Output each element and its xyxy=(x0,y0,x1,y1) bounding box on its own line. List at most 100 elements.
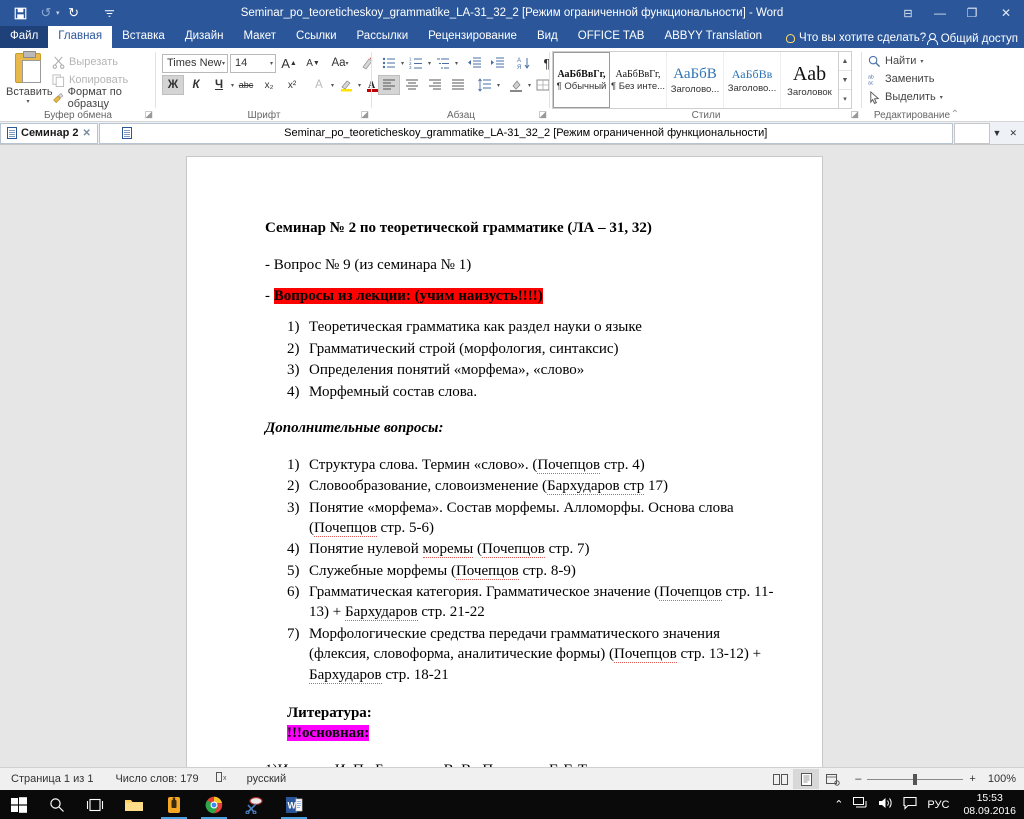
ribbon-tab-design[interactable]: Дизайн xyxy=(175,26,234,48)
ribbon-tab-view[interactable]: Вид xyxy=(527,26,568,48)
multilevel-dropdown-icon[interactable]: ▾ xyxy=(455,60,458,67)
superscript-button[interactable]: x² xyxy=(281,75,303,95)
collapse-ribbon-button[interactable]: ⌃ xyxy=(951,109,959,120)
zoom-track[interactable] xyxy=(867,773,964,785)
sort-button[interactable]: AЯ xyxy=(513,53,535,73)
shrink-font-button[interactable]: A ▼ xyxy=(302,53,324,73)
office-tab-seminar-2[interactable]: Семинар 2 ✕ xyxy=(0,122,98,144)
save-icon[interactable] xyxy=(8,2,32,24)
page-number-status[interactable]: Страница 1 из 1 xyxy=(0,773,104,785)
file-explorer-button[interactable] xyxy=(114,790,154,819)
action-center-icon[interactable] xyxy=(903,796,917,813)
web-layout-button[interactable] xyxy=(819,769,845,789)
office-tab-menu-icon[interactable]: ▼ xyxy=(990,128,1005,138)
document-area[interactable]: Семинар № 2 по теоретической грамматике … xyxy=(0,145,1024,767)
style-item-title[interactable]: Aab Заголовок xyxy=(781,52,838,108)
highlight-dropdown-icon[interactable]: ▾ xyxy=(358,82,361,89)
line-spacing-dropdown-icon[interactable]: ▾ xyxy=(497,82,500,89)
ribbon-tab-layout[interactable]: Макет xyxy=(233,26,286,48)
office-tab-full-title[interactable]: Seminar_po_teoreticheskoy_grammatike_LA-… xyxy=(98,122,953,144)
underline-dropdown-icon[interactable]: ▾ xyxy=(231,82,234,89)
font-name-dropdown-icon[interactable]: ▾ xyxy=(222,60,225,67)
change-case-button[interactable]: Aa ▾ xyxy=(326,53,354,73)
font-size-dropdown-icon[interactable]: ▾ xyxy=(270,60,273,67)
align-center-button[interactable] xyxy=(401,75,423,95)
shading-dropdown-icon[interactable]: ▾ xyxy=(528,82,531,89)
select-button[interactable]: Выделить ▾ xyxy=(868,88,943,106)
decrease-indent-button[interactable] xyxy=(463,53,485,73)
chrome-button[interactable] xyxy=(194,790,234,819)
styles-scroll-down-icon[interactable]: ▼ xyxy=(839,71,851,90)
bullets-dropdown-icon[interactable]: ▾ xyxy=(401,60,404,67)
undo-dropdown-icon[interactable]: ▾ xyxy=(56,9,60,17)
bold-button[interactable]: Ж xyxy=(162,75,184,95)
cut-button[interactable]: Вырезать xyxy=(52,53,156,71)
align-right-button[interactable] xyxy=(424,75,446,95)
style-item-no-spacing[interactable]: АаБбВвГг, ¶ Без инте... xyxy=(610,52,667,108)
ribbon-tab-references[interactable]: Ссылки xyxy=(286,26,347,48)
line-spacing-button[interactable] xyxy=(474,75,496,95)
start-button[interactable] xyxy=(0,790,38,819)
numbering-button[interactable]: 123 xyxy=(405,53,427,73)
ribbon-display-options-icon[interactable]: ⊟ xyxy=(892,0,924,26)
shading-button[interactable] xyxy=(505,75,527,95)
ribbon-tab-office-tab[interactable]: OFFICE TAB xyxy=(568,26,655,48)
print-layout-button[interactable] xyxy=(793,769,820,789)
snipping-tool-button[interactable] xyxy=(234,790,274,819)
volume-icon[interactable] xyxy=(878,796,893,813)
orange-app-button[interactable] xyxy=(154,790,194,819)
grow-font-button[interactable]: A ▲ xyxy=(278,53,300,73)
minimize-button[interactable]: — xyxy=(924,0,956,26)
redo-icon[interactable]: ↻ xyxy=(62,2,86,24)
styles-gallery-scroller[interactable]: ▲ ▼ ▾ xyxy=(838,52,851,108)
font-size-input[interactable]: 14 ▾ xyxy=(230,53,276,73)
office-tab-close-icon[interactable]: ✕ xyxy=(1006,128,1020,139)
tray-expand-icon[interactable]: ⌃ xyxy=(834,798,843,811)
numbering-dropdown-icon[interactable]: ▾ xyxy=(428,60,431,67)
zoom-in-button[interactable]: + xyxy=(969,773,975,785)
paste-button[interactable]: Вставить ▾ xyxy=(6,51,53,113)
subscript-button[interactable]: x₂ xyxy=(258,75,280,95)
format-painter-button[interactable]: Формат по образцу xyxy=(52,86,156,110)
tell-me-box[interactable]: Что вы хотите сделать? xyxy=(772,29,934,48)
clock[interactable]: 15:53 08.09.2016 xyxy=(959,792,1016,816)
italic-button[interactable]: К xyxy=(185,75,207,95)
ribbon-tab-mailings[interactable]: Рассылки xyxy=(347,26,419,48)
zoom-level-label[interactable]: 100% xyxy=(988,773,1016,785)
network-icon[interactable] xyxy=(853,796,868,813)
zoom-slider[interactable]: – + 100% xyxy=(855,773,1016,785)
word-button[interactable]: W xyxy=(274,790,314,819)
font-dialog-launcher[interactable]: ◪ xyxy=(360,109,369,120)
paragraph-dialog-launcher[interactable]: ◪ xyxy=(538,109,547,120)
replace-button[interactable]: ab ac Заменить xyxy=(868,70,943,88)
style-item-normal[interactable]: АаБбВвГг, ¶ Обычный xyxy=(553,52,610,108)
text-effects-button[interactable]: A xyxy=(308,75,330,95)
styles-scroll-up-icon[interactable]: ▲ xyxy=(839,52,851,71)
find-dropdown-icon[interactable]: ▾ xyxy=(920,58,923,65)
document-page[interactable]: Семинар № 2 по теоретической грамматике … xyxy=(187,157,822,767)
proofing-icon[interactable]: x xyxy=(210,771,236,787)
styles-dialog-launcher[interactable]: ◪ xyxy=(850,109,859,120)
justify-button[interactable] xyxy=(447,75,469,95)
font-name-input[interactable]: Times New R ▾ xyxy=(162,53,228,73)
bullets-button[interactable] xyxy=(378,53,400,73)
align-left-button[interactable] xyxy=(378,75,400,95)
language-indicator[interactable]: РУС xyxy=(927,799,949,811)
text-highlight-button[interactable] xyxy=(335,75,357,95)
find-button[interactable]: Найти ▾ xyxy=(868,52,943,70)
customize-qat-icon[interactable] xyxy=(98,2,122,24)
zoom-thumb[interactable] xyxy=(913,773,918,785)
restore-button[interactable]: ❐ xyxy=(956,0,988,26)
document-body[interactable]: Семинар № 2 по теоретической грамматике … xyxy=(265,219,778,767)
ribbon-tab-file[interactable]: Файл xyxy=(0,26,49,48)
undo-icon[interactable]: ↺ xyxy=(34,2,58,24)
style-item-heading-2[interactable]: АаБбВв Заголово... xyxy=(724,52,781,108)
select-dropdown-icon[interactable]: ▾ xyxy=(940,94,943,101)
share-button[interactable]: Общий доступ xyxy=(926,33,1018,45)
underline-button[interactable]: Ч xyxy=(208,75,230,95)
zoom-out-button[interactable]: – xyxy=(855,773,861,785)
clipboard-dialog-launcher[interactable]: ◪ xyxy=(144,109,153,120)
ribbon-tab-insert[interactable]: Вставка xyxy=(112,26,175,48)
task-view-button[interactable] xyxy=(76,790,114,819)
style-item-heading-1[interactable]: АаБбВ Заголово... xyxy=(667,52,724,108)
